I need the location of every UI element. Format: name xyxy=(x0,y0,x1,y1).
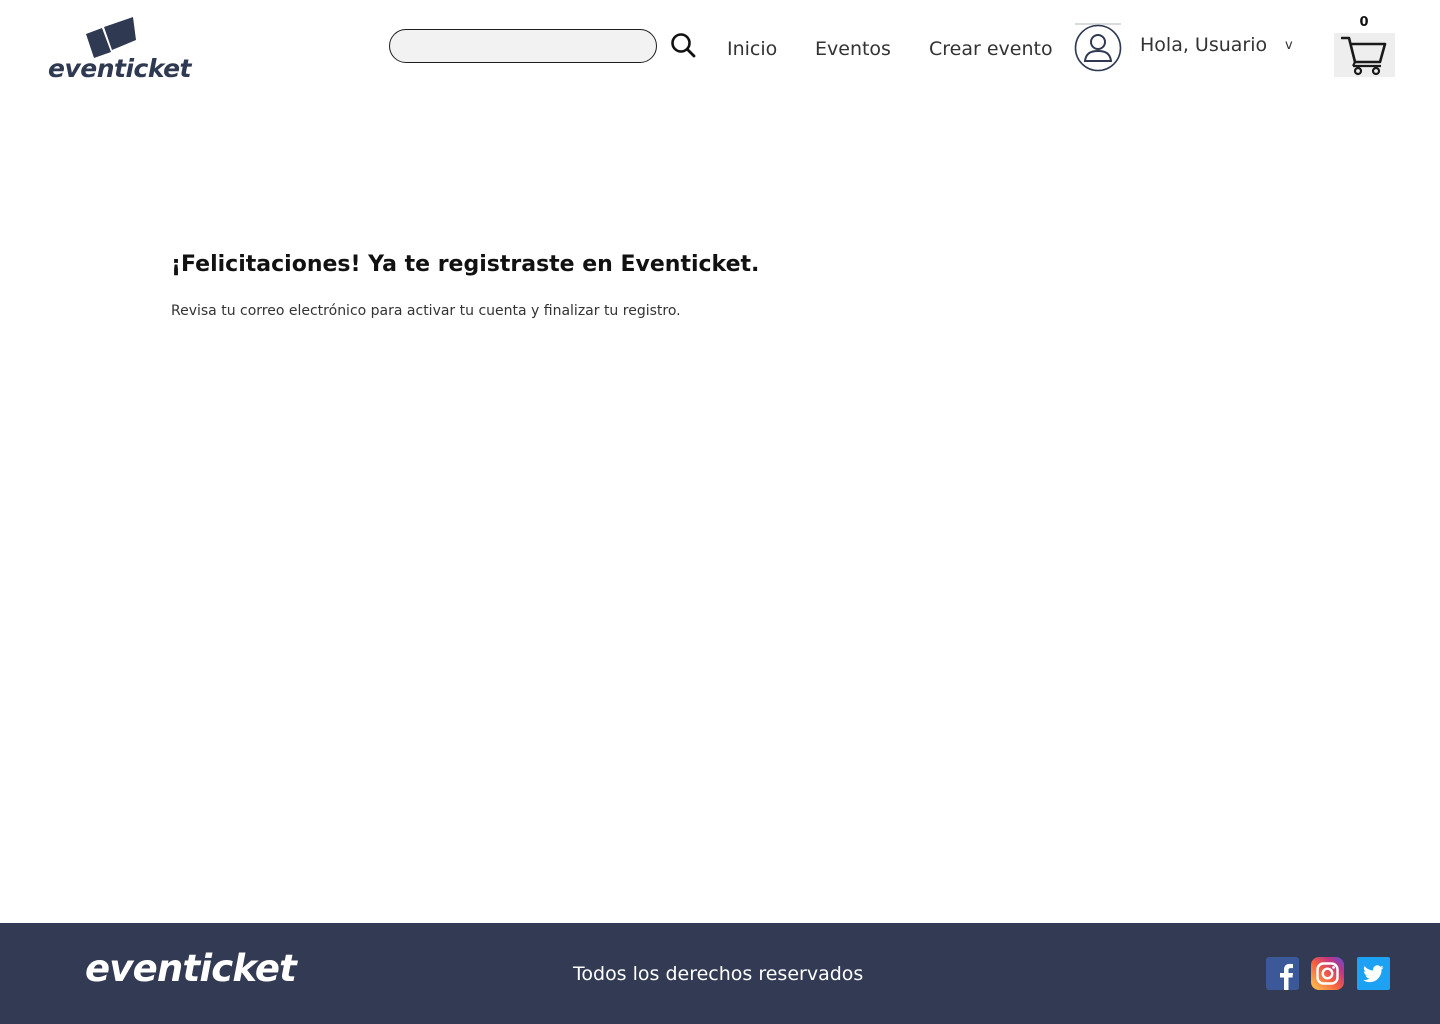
user-greeting[interactable]: Hola, Usuario xyxy=(1140,34,1267,56)
activation-message: Revisa tu correo electrónico para activa… xyxy=(171,303,681,319)
user-avatar[interactable] xyxy=(1073,23,1123,73)
user-dropdown-chevron-icon[interactable]: v xyxy=(1285,38,1293,53)
site-footer: eventicket Todos los derechos reservados xyxy=(0,923,1440,1024)
logo-wordmark: eventicket xyxy=(48,54,192,83)
instagram-icon xyxy=(1311,957,1344,990)
page-title: ¡Felicitaciones! Ya te registraste en Ev… xyxy=(171,252,760,277)
twitter-icon xyxy=(1357,957,1390,990)
nav-link-inicio[interactable]: Inicio xyxy=(727,38,777,60)
cart-count-badge: 0 xyxy=(1359,15,1369,30)
instagram-link[interactable] xyxy=(1311,957,1344,990)
site-logo[interactable]: eventicket xyxy=(48,16,192,86)
user-icon xyxy=(1074,23,1122,72)
site-header: eventicket Inicio Eventos Crear evento H… xyxy=(0,0,1440,100)
cart-icon xyxy=(1341,36,1387,76)
nav-link-crear-evento[interactable]: Crear evento xyxy=(929,38,1053,60)
footer-logo[interactable]: eventicket xyxy=(85,947,297,990)
facebook-link[interactable] xyxy=(1266,957,1299,990)
nav-link-eventos[interactable]: Eventos xyxy=(815,38,891,60)
cart-button[interactable] xyxy=(1334,33,1395,77)
registration-success-section: ¡Felicitaciones! Ya te registraste en Ev… xyxy=(171,252,1271,319)
facebook-icon xyxy=(1266,957,1299,990)
copyright-text: Todos los derechos reservados xyxy=(573,963,864,985)
search-icon xyxy=(671,33,696,58)
twitter-link[interactable] xyxy=(1357,957,1390,990)
search-button[interactable] xyxy=(669,31,697,59)
search-input[interactable] xyxy=(389,29,657,63)
